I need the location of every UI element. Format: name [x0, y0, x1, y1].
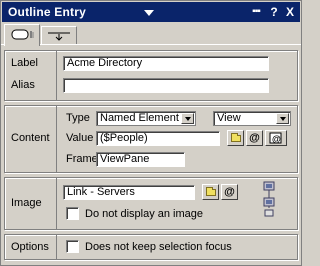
options-section: Options Does not keep selection focus [4, 234, 298, 260]
value-browse-button[interactable] [227, 130, 244, 146]
close-button[interactable]: X [282, 4, 298, 20]
advanced-tab-icon [48, 32, 70, 41]
type-select[interactable]: Named Element [96, 111, 196, 126]
keep-focus-caption: Does not keep selection focus [85, 241, 232, 253]
subtype-select-value: View [217, 112, 241, 124]
frame-caption: Frame [66, 153, 98, 165]
tab-strip [1, 23, 301, 46]
title-dropdown-arrow-icon[interactable] [144, 10, 154, 16]
label-caption: Label [11, 57, 38, 69]
no-image-checkbox[interactable] [66, 207, 79, 220]
tab-divider [1, 44, 301, 45]
value-formula-button[interactable]: @ [265, 130, 287, 146]
image-browse-button[interactable] [202, 184, 219, 200]
svg-text:@: @ [272, 134, 281, 144]
at-icon: @ [249, 132, 260, 144]
at-icon: @ [224, 186, 235, 198]
content-caption: Content [11, 132, 50, 144]
image-section: Image Link - Servers @ Do not display an… [4, 177, 298, 230]
drag-grip-icon[interactable]: ▪▪▪ [248, 4, 264, 20]
no-image-caption: Do not display an image [85, 208, 204, 220]
image-input[interactable]: Link - Servers [63, 185, 195, 200]
value-formula-at-button[interactable]: @ [246, 130, 263, 146]
content-section: Content Type Named Element View Value ($… [4, 105, 298, 173]
tab-advanced[interactable] [41, 26, 77, 45]
chevron-down-icon[interactable] [181, 113, 194, 124]
basics-tab-icon [11, 29, 34, 40]
value-caption: Value [66, 132, 94, 144]
folder-icon [231, 133, 241, 142]
dialog-title: Outline Entry [8, 5, 86, 19]
value-input[interactable]: ($People) [96, 131, 220, 146]
options-caption: Options [11, 241, 49, 253]
subtype-select[interactable]: View [213, 111, 291, 126]
basics-section: Label Acme Directory Alias [4, 50, 298, 101]
tab-basics[interactable] [4, 24, 40, 46]
formula-icon: @ [269, 132, 282, 144]
folder-icon [206, 187, 216, 196]
keep-focus-checkbox[interactable] [66, 240, 79, 253]
alias-input[interactable] [63, 78, 269, 93]
image-formula-at-button[interactable]: @ [221, 184, 238, 200]
label-input[interactable]: Acme Directory [63, 56, 269, 71]
help-button[interactable]: ? [266, 4, 282, 20]
frame-input[interactable]: ViewPane [96, 152, 185, 167]
chevron-down-icon[interactable] [276, 113, 289, 124]
alias-caption: Alias [11, 79, 35, 91]
type-select-value: Named Element [100, 112, 179, 124]
title-bar[interactable]: Outline Entry ▪▪▪ ? X [2, 2, 300, 22]
type-caption: Type [66, 112, 90, 124]
image-caption: Image [11, 197, 42, 209]
server-image-icon [263, 181, 275, 217]
outline-entry-dialog: Outline Entry ▪▪▪ ? X Label Acme Directo… [0, 0, 302, 266]
